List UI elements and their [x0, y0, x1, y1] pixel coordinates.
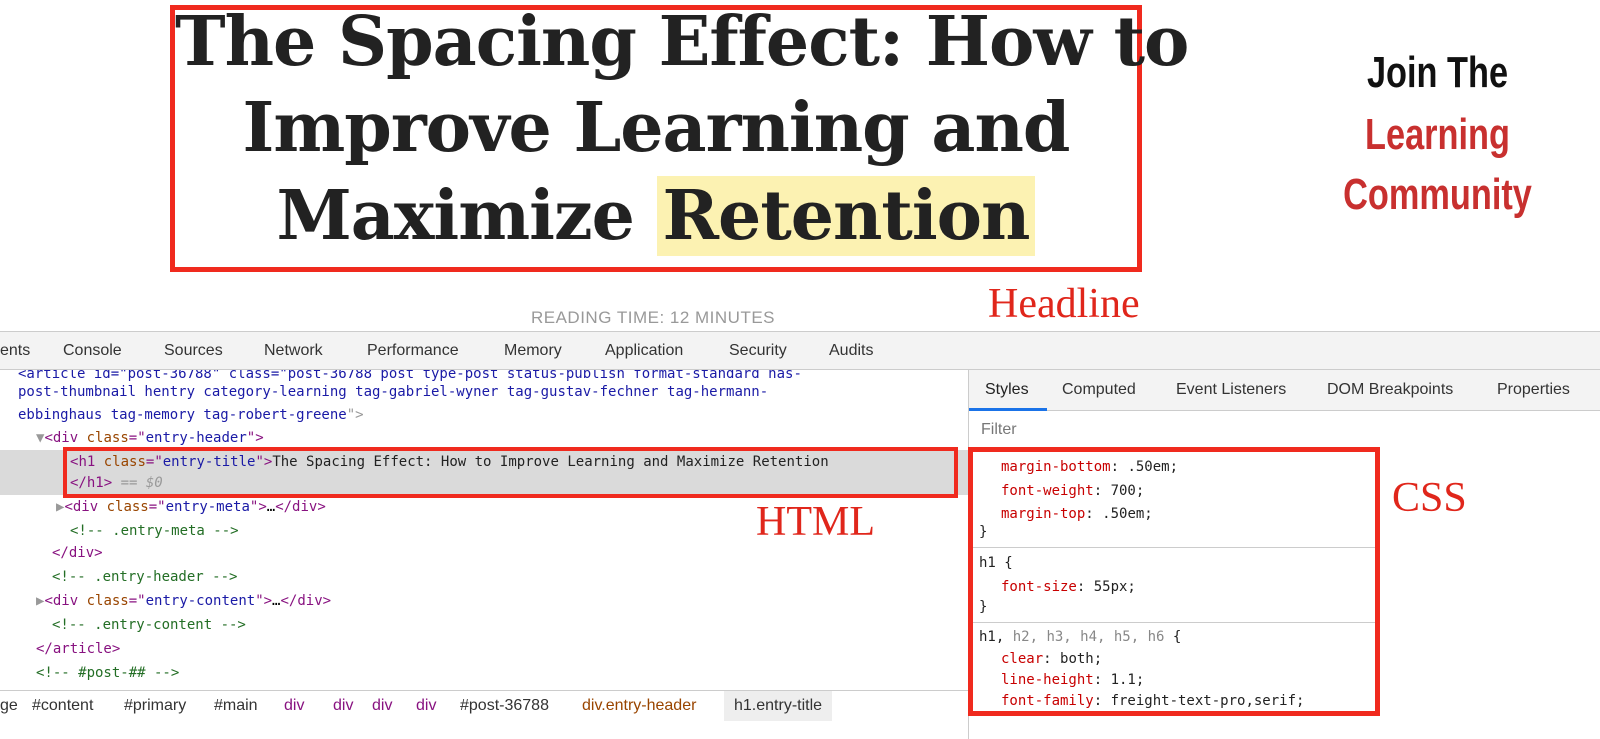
css-decl[interactable]: clear: both; [1001, 651, 1102, 667]
crumb[interactable]: div.entry-header [582, 697, 696, 715]
headline-line-2: Improve Learning and [242, 88, 1071, 168]
tab-properties[interactable]: Properties [1497, 381, 1570, 399]
css-brace: } [979, 599, 988, 615]
attr-value: entry-header [145, 430, 247, 446]
crumb[interactable]: div [372, 697, 392, 715]
css-brace: } [979, 524, 988, 540]
class-text: ebbinghaus tag-memory tag-robert-greene [18, 407, 347, 423]
css-selector[interactable]: h1, h2, h3, h4, h5, h6 { [979, 629, 1181, 645]
tab-elements[interactable]: ents [0, 342, 30, 360]
crumb[interactable]: div [333, 697, 353, 715]
css-decl[interactable]: margin-bottom: .50em; [1001, 459, 1178, 475]
attr-value: entry-content [145, 593, 256, 609]
css-decl[interactable]: font-size: 55px; [1001, 579, 1136, 595]
tab-dom-breakpoints[interactable]: DOM Breakpoints [1327, 381, 1453, 399]
crumb-selected[interactable]: h1.entry-title [724, 691, 833, 721]
tab-computed[interactable]: Computed [1062, 381, 1136, 399]
tab-application[interactable]: Application [605, 342, 683, 360]
crumb[interactable]: #post-36788 [460, 697, 549, 715]
headline-line-3: Maximize Retention [175, 176, 1137, 256]
tag: div [52, 430, 79, 446]
comment: <!-- .entry-meta --> [70, 523, 239, 539]
css-label: CSS [1392, 475, 1467, 521]
tab-network[interactable]: Network [264, 342, 323, 360]
comment: <!-- .entry-content --> [52, 617, 246, 633]
dom-node-entry-header[interactable]: ▼<div class="entry-header"> [36, 428, 264, 448]
promo-line-2[interactable]: Learning [1330, 110, 1545, 160]
headline-annotation-box: The Spacing Effect: How to Improve Learn… [170, 2, 1189, 272]
tab-audits[interactable]: Audits [829, 342, 873, 360]
crumb[interactable]: div [416, 697, 436, 715]
attr: class [86, 430, 129, 446]
headline-highlight: Retention [656, 176, 1036, 256]
css-decl[interactable]: font-weight: 700; [1001, 483, 1144, 499]
crumb[interactable]: ge [0, 697, 18, 715]
comment: <!-- #post-## --> [36, 665, 180, 681]
crumb[interactable]: #primary [124, 697, 186, 715]
tab-performance[interactable]: Performance [367, 342, 459, 360]
sidebar-tabs: Styles Computed Event Listeners DOM Brea… [969, 370, 1600, 411]
css-decl[interactable]: line-height: 1.1; [1001, 672, 1144, 688]
styles-filter-input[interactable]: Filter [973, 415, 1600, 445]
css-decl[interactable]: font-family: freight-text-pro,serif; [1001, 693, 1304, 709]
headline-line-1: The Spacing Effect: How to [175, 2, 1189, 82]
promo-line-1[interactable]: Join The [1330, 48, 1545, 98]
attr: class [86, 593, 129, 609]
css-decl[interactable]: margin-top: .50em; [1001, 506, 1153, 522]
tab-security[interactable]: Security [729, 342, 787, 360]
dom-line-article-cont: post-thumbnail hentry category-learning … [18, 384, 769, 400]
attr-value: entry-meta [165, 499, 250, 515]
comment: <!-- .entry-header --> [52, 569, 238, 585]
html-annotation-box [63, 447, 958, 498]
tab-event-listeners[interactable]: Event Listeners [1176, 381, 1286, 399]
dom-node-entry-meta[interactable]: ▶<div class="entry-meta">…</div> [56, 497, 326, 517]
ellipsis: … [266, 499, 276, 515]
tab-memory[interactable]: Memory [504, 342, 562, 360]
tab-sources[interactable]: Sources [164, 342, 223, 360]
dom-node-entry-content[interactable]: ▶<div class="entry-content">…</div> [36, 591, 331, 611]
tab-styles[interactable]: Styles [985, 381, 1029, 399]
tab-console[interactable]: Console [63, 342, 122, 360]
dom-close-article: </article> [36, 641, 121, 657]
css-annotation-box: margin-bottom: .50em; font-weight: 700; … [968, 447, 1380, 716]
reading-time: READING TIME: 12 MINUTES [530, 308, 776, 327]
breadcrumb: ge #content #primary #main div div div d… [0, 690, 968, 722]
css-selector[interactable]: h1 { [979, 555, 1013, 571]
crumb[interactable]: div [284, 697, 304, 715]
crumb[interactable]: #main [214, 697, 258, 715]
active-tab-indicator [969, 408, 1047, 411]
headline-line-3-text: Maximize [276, 176, 657, 256]
crumb[interactable]: #content [32, 697, 93, 715]
rule-divider [973, 622, 1375, 623]
html-label: HTML [756, 499, 875, 545]
dom-close: </div> [52, 545, 103, 561]
devtools-tabbar: ents Console Sources Network Performance… [0, 331, 1600, 370]
promo-line-3[interactable]: Community [1330, 170, 1545, 220]
attr: class [106, 499, 149, 515]
rule-divider [973, 547, 1375, 548]
dom-line-article-end: ebbinghaus tag-memory tag-robert-greene"… [18, 407, 364, 423]
